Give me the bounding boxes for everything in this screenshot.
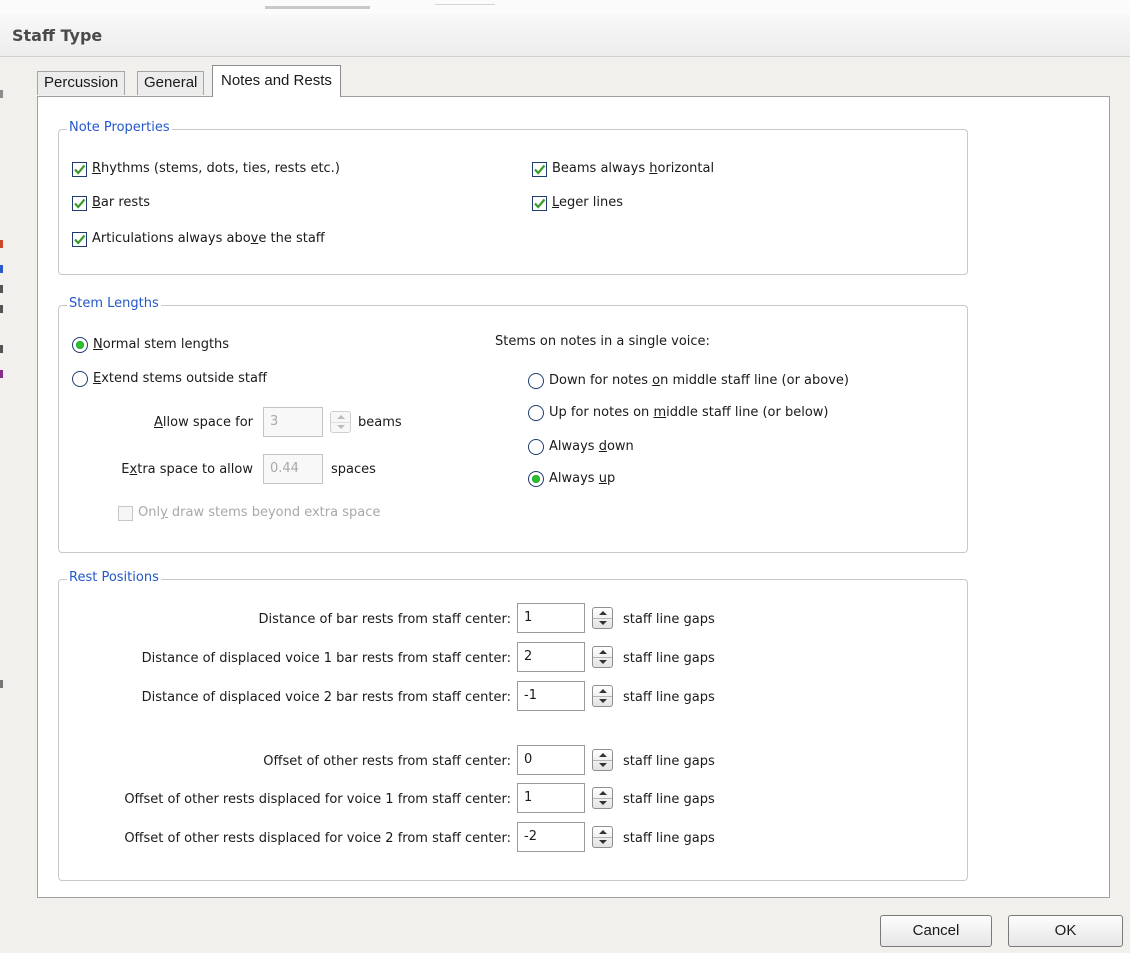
beams-horizontal-label: Beams always horizontal	[552, 161, 715, 176]
checkbox-checked-icon	[72, 195, 87, 211]
voice2-bar-rests-distance-label: Distance of displaced voice 2 bar rests …	[141, 690, 511, 705]
bar-rests-distance-stepper[interactable]	[592, 607, 613, 629]
stepper-down-arrow-icon[interactable]	[593, 798, 612, 808]
voice1-bar-rests-distance-unit: staff line gaps	[623, 651, 715, 666]
always-down-radio[interactable]: Always down	[528, 438, 634, 456]
radio-unselected-icon	[528, 373, 544, 389]
stepper-down-arrow-icon[interactable]	[593, 657, 612, 667]
rest-positions-label: Rest Positions	[67, 570, 161, 585]
checkbox-checked-icon	[532, 161, 547, 177]
voice1-bar-rests-distance-input[interactable]: 2	[517, 642, 585, 672]
allow-space-input[interactable]: 3	[263, 407, 323, 437]
radio-unselected-icon	[72, 371, 88, 387]
only-draw-stems-checkbox[interactable]: Only draw stems beyond extra space	[118, 504, 380, 522]
voice2-other-rests-offset-label: Offset of other rests displaced for voic…	[124, 831, 511, 846]
extra-space-label: Extra space to allow	[121, 462, 253, 477]
tab-general[interactable]: General	[137, 71, 205, 95]
other-rests-offset-input[interactable]: 0	[517, 745, 585, 775]
voice2-bar-rests-distance-stepper[interactable]	[592, 685, 613, 707]
up-for-notes-radio[interactable]: Up for notes on middle staff line (or be…	[528, 404, 829, 422]
rhythms-checkbox[interactable]: Rhythms (stems, dots, ties, rests etc.)	[72, 160, 340, 178]
always-up-radio[interactable]: Always up	[528, 470, 615, 488]
dialog-title: Staff Type	[12, 26, 103, 45]
stepper-down-arrow-icon[interactable]	[593, 837, 612, 847]
voice1-other-rests-offset-stepper[interactable]	[592, 787, 613, 809]
allow-space-label: Allow space for	[154, 415, 253, 430]
always-up-label: Always up	[549, 471, 616, 486]
rhythms-label: Rhythms (stems, dots, ties, rests etc.)	[92, 161, 340, 176]
articulations-checkbox[interactable]: Articulations always above the staff	[72, 230, 325, 248]
down-for-notes-label: Down for notes on middle staff line (or …	[549, 373, 849, 388]
up-for-notes-label: Up for notes on middle staff line (or be…	[549, 405, 829, 420]
normal-stem-lengths-radio[interactable]: Normal stem lengths	[72, 336, 229, 354]
radio-selected-icon	[72, 337, 88, 353]
extend-stems-radio[interactable]: Extend stems outside staff	[72, 370, 267, 388]
stem-lengths-label: Stem Lengths	[67, 296, 161, 311]
stepper-down-arrow-icon[interactable]	[331, 422, 350, 432]
leger-lines-checkbox[interactable]: Leger lines	[532, 194, 623, 212]
other-rests-offset-unit: staff line gaps	[623, 754, 715, 769]
allow-space-unit: beams	[358, 415, 402, 430]
checkbox-checked-icon	[532, 195, 547, 211]
cancel-button[interactable]: Cancel	[880, 915, 992, 947]
voice2-other-rests-offset-unit: staff line gaps	[623, 831, 715, 846]
background-window-strip	[0, 0, 1130, 14]
normal-stem-lengths-label: Normal stem lengths	[93, 337, 230, 352]
dialog-title-bar[interactable]: Staff Type	[0, 14, 1130, 57]
bar-rests-distance-unit: staff line gaps	[623, 612, 715, 627]
note-properties-label: Note Properties	[67, 120, 172, 135]
other-rests-offset-stepper[interactable]	[592, 749, 613, 771]
beams-horizontal-checkbox[interactable]: Beams always horizontal	[532, 160, 714, 178]
voice2-bar-rests-distance-input[interactable]: -1	[517, 681, 585, 711]
articulations-label: Articulations always above the staff	[92, 231, 325, 246]
bar-rests-label: Bar rests	[92, 195, 151, 210]
leger-lines-label: Leger lines	[552, 195, 623, 210]
extra-space-unit: spaces	[331, 462, 376, 477]
checkbox-unchecked-icon	[118, 505, 133, 521]
voice1-bar-rests-distance-stepper[interactable]	[592, 646, 613, 668]
ok-button[interactable]: OK	[1008, 915, 1123, 947]
down-for-notes-radio[interactable]: Down for notes on middle staff line (or …	[528, 372, 849, 390]
stepper-down-arrow-icon[interactable]	[593, 696, 612, 706]
radio-selected-icon	[528, 471, 544, 487]
checkbox-checked-icon	[72, 161, 87, 177]
voice1-other-rests-offset-unit: staff line gaps	[623, 792, 715, 807]
bar-rests-checkbox[interactable]: Bar rests	[72, 194, 150, 212]
allow-space-stepper[interactable]	[330, 411, 351, 433]
bar-rests-distance-label: Distance of bar rests from staff center:	[258, 612, 511, 627]
always-down-label: Always down	[549, 439, 634, 454]
stepper-down-arrow-icon[interactable]	[593, 618, 612, 628]
tab-notes-and-rests[interactable]: Notes and Rests	[212, 65, 341, 97]
bar-rests-distance-input[interactable]: 1	[517, 603, 585, 633]
extend-stems-label: Extend stems outside staff	[93, 371, 267, 386]
voice2-bar-rests-distance-unit: staff line gaps	[623, 690, 715, 705]
voice1-bar-rests-distance-label: Distance of displaced voice 1 bar rests …	[141, 651, 511, 666]
only-draw-stems-label: Only draw stems beyond extra space	[138, 505, 381, 520]
other-rests-offset-label: Offset of other rests from staff center:	[263, 754, 511, 769]
voice2-other-rests-offset-stepper[interactable]	[592, 826, 613, 848]
checkbox-checked-icon	[72, 231, 87, 247]
radio-unselected-icon	[528, 439, 544, 455]
single-voice-heading: Stems on notes in a single voice:	[495, 334, 710, 349]
stepper-down-arrow-icon[interactable]	[593, 760, 612, 770]
voice1-other-rests-offset-label: Offset of other rests displaced for voic…	[124, 792, 511, 807]
note-properties-group: Note Properties	[58, 120, 968, 275]
extra-space-input[interactable]: 0.44	[263, 454, 323, 484]
tab-panel-notes-and-rests: Note Properties Rhythms (stems, dots, ti…	[37, 96, 1110, 898]
voice2-other-rests-offset-input[interactable]: -2	[517, 822, 585, 852]
tab-percussion[interactable]: Percussion	[37, 71, 126, 95]
radio-unselected-icon	[528, 405, 544, 421]
voice1-other-rests-offset-input[interactable]: 1	[517, 783, 585, 813]
